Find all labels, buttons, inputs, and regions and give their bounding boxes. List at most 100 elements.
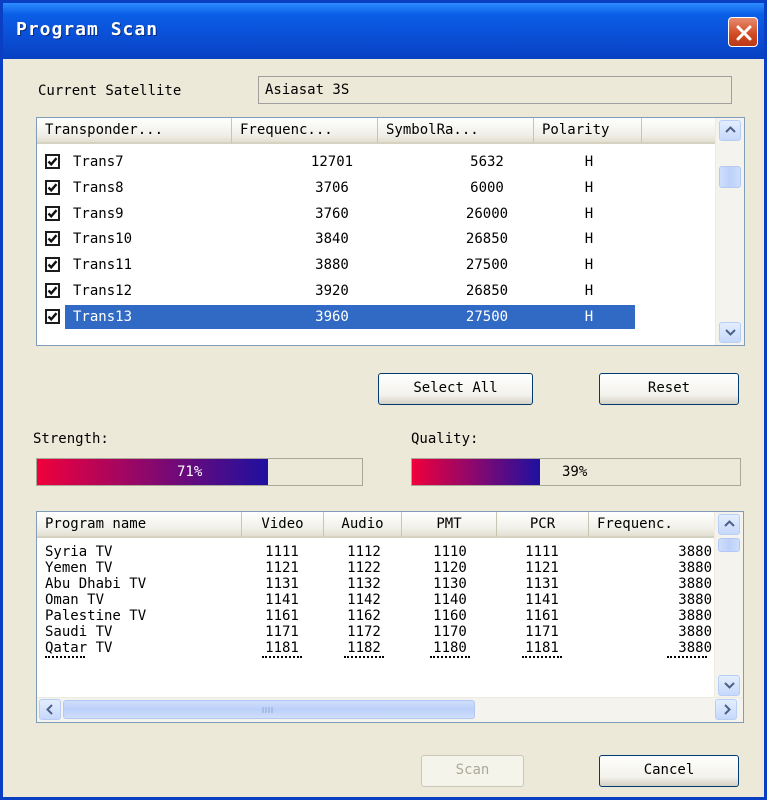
program-row[interactable]: Oman TV 1141 1142 1140 1141 3880 [37,592,717,608]
program-pcr-pid: 1131 [525,576,559,592]
scroll-right-button[interactable] [715,699,737,720]
chevron-down-icon [724,682,735,689]
transponder-name: Trans9 [73,206,124,222]
select-all-button[interactable]: Select All [378,373,533,405]
chevron-up-icon [724,520,735,527]
scroll-up-button[interactable] [719,120,741,141]
program-frequency: 3880 [678,624,712,640]
transponder-scrollbar[interactable] [715,118,744,345]
program-vscroll-thumb[interactable] [718,538,740,552]
chevron-right-icon [724,704,731,715]
column-header-program-frequency[interactable]: Frequenc. [589,512,717,538]
program-pmt-pid: 1120 [433,560,467,576]
program-scan-dialog: Program Scan Current Satellite Asiasat 3… [0,0,767,800]
chevron-up-icon [725,126,736,133]
transponder-name: Trans11 [73,257,133,273]
program-row[interactable]: Palestine TV 1161 1162 1160 1161 3880 [37,608,717,624]
transponder-row[interactable]: Trans9 3760 26000 H [37,201,717,227]
transponder-checkbox[interactable] [45,154,60,169]
transponder-checkbox[interactable] [45,231,60,246]
program-name: Qatar TV [45,640,113,656]
program-audio-pid: 1122 [347,560,381,576]
transponder-frequency: 3706 [315,180,349,196]
scroll-down-button[interactable] [719,322,741,343]
program-row[interactable]: Saudi TV 1171 1172 1170 1171 3880 [37,624,717,640]
column-header-frequency[interactable]: Frequenc... [232,118,378,144]
program-pcr-pid: 1181 [525,640,559,656]
program-frequency: 3880 [678,544,712,560]
quality-label: Quality: [411,431,479,447]
transponder-polarity: H [584,283,594,299]
transponder-symbol-rate: 27500 [465,309,509,325]
checkmark-icon [47,157,58,167]
transponder-symbol-rate: 26850 [465,283,509,299]
program-list[interactable]: Program name Video Audio PMT PCR Frequen… [36,511,744,723]
transponder-checkbox[interactable] [45,257,60,272]
title-bar[interactable]: Program Scan [3,3,764,59]
column-header-program-name[interactable]: Program name [37,512,242,538]
grip-icon [262,707,273,713]
program-vscrollbar[interactable] [714,512,743,698]
chevron-left-icon [46,704,53,715]
program-row[interactable]: Syria TV 1111 1112 1110 1111 3880 [37,544,717,560]
program-pmt-pid: 1170 [433,624,467,640]
transponder-checkbox[interactable] [45,283,60,298]
transponder-frequency: 3960 [315,309,349,325]
program-scroll-down-button[interactable] [718,675,740,696]
transponder-frequency: 3880 [315,257,349,273]
quality-progress-fill [412,459,540,485]
program-hscrollbar[interactable] [37,697,743,722]
scan-button[interactable]: Scan [421,755,524,787]
program-audio-pid: 1142 [347,592,381,608]
close-button[interactable] [728,17,758,47]
close-icon [736,25,752,41]
column-header-audio[interactable]: Audio [324,512,402,538]
cancel-button[interactable]: Cancel [599,755,739,787]
column-header-symbol-rate[interactable]: SymbolRa... [378,118,534,144]
program-frequency: 3880 [678,560,712,576]
program-row[interactable]: Abu Dhabi TV 1131 1132 1130 1131 3880 [37,576,717,592]
program-pmt-pid: 1130 [433,576,467,592]
quality-progress-bar: 39% [411,458,741,486]
current-satellite-label: Current Satellite [38,83,182,99]
column-header-transponder[interactable]: Transponder... [37,118,232,144]
program-pcr-pid: 1171 [525,624,559,640]
scroll-left-button[interactable] [39,699,61,720]
column-header-pmt[interactable]: PMT [402,512,497,538]
quality-value: 39% [562,464,588,480]
transponder-checkbox[interactable] [45,180,60,195]
transponder-polarity: H [584,154,594,170]
column-header-polarity[interactable]: Polarity [534,118,642,144]
program-scroll-up-button[interactable] [718,514,740,535]
transponder-checkbox[interactable] [45,206,60,221]
transponder-row[interactable]: Trans8 3706 6000 H [37,175,717,201]
current-satellite-field: Asiasat 3S [258,76,732,104]
program-hscroll-thumb[interactable] [63,700,475,719]
program-pcr-pid: 1111 [525,544,559,560]
scroll-thumb[interactable] [719,166,741,188]
transponder-name: Trans12 [73,283,133,299]
column-header-video[interactable]: Video [242,512,324,538]
program-row[interactable]: Yemen TV 1121 1122 1120 1121 3880 [37,560,717,576]
transponder-checkbox[interactable] [45,309,60,324]
window-title: Program Scan [16,19,159,40]
reset-button[interactable]: Reset [599,373,739,405]
program-row[interactable]: Qatar TV 1181 1182 1180 1181 3880 [37,640,717,656]
transponder-polarity: H [584,257,594,273]
transponder-name: Trans10 [73,231,133,247]
transponder-list[interactable]: Transponder... Frequenc... SymbolRa... P… [36,117,745,346]
strength-progress-fill [37,459,268,485]
transponder-row[interactable]: Trans11 3880 27500 H [37,252,717,278]
program-video-pid: 1111 [265,544,299,560]
transponder-row[interactable]: Trans10 3840 26850 H [37,226,717,252]
transponder-row[interactable]: Trans13 3960 27500 H [37,304,717,330]
transponder-row[interactable]: Trans12 3920 26850 H [37,278,717,304]
strength-label: Strength: [33,431,109,447]
column-header-pcr[interactable]: PCR [497,512,589,538]
program-name: Syria TV [45,544,113,560]
transponder-name: Trans8 [73,180,124,196]
checkmark-icon [47,183,58,193]
program-audio-pid: 1132 [347,576,381,592]
transponder-row[interactable]: Trans7 12701 5632 H [37,149,717,175]
program-name: Palestine TV [45,608,147,624]
